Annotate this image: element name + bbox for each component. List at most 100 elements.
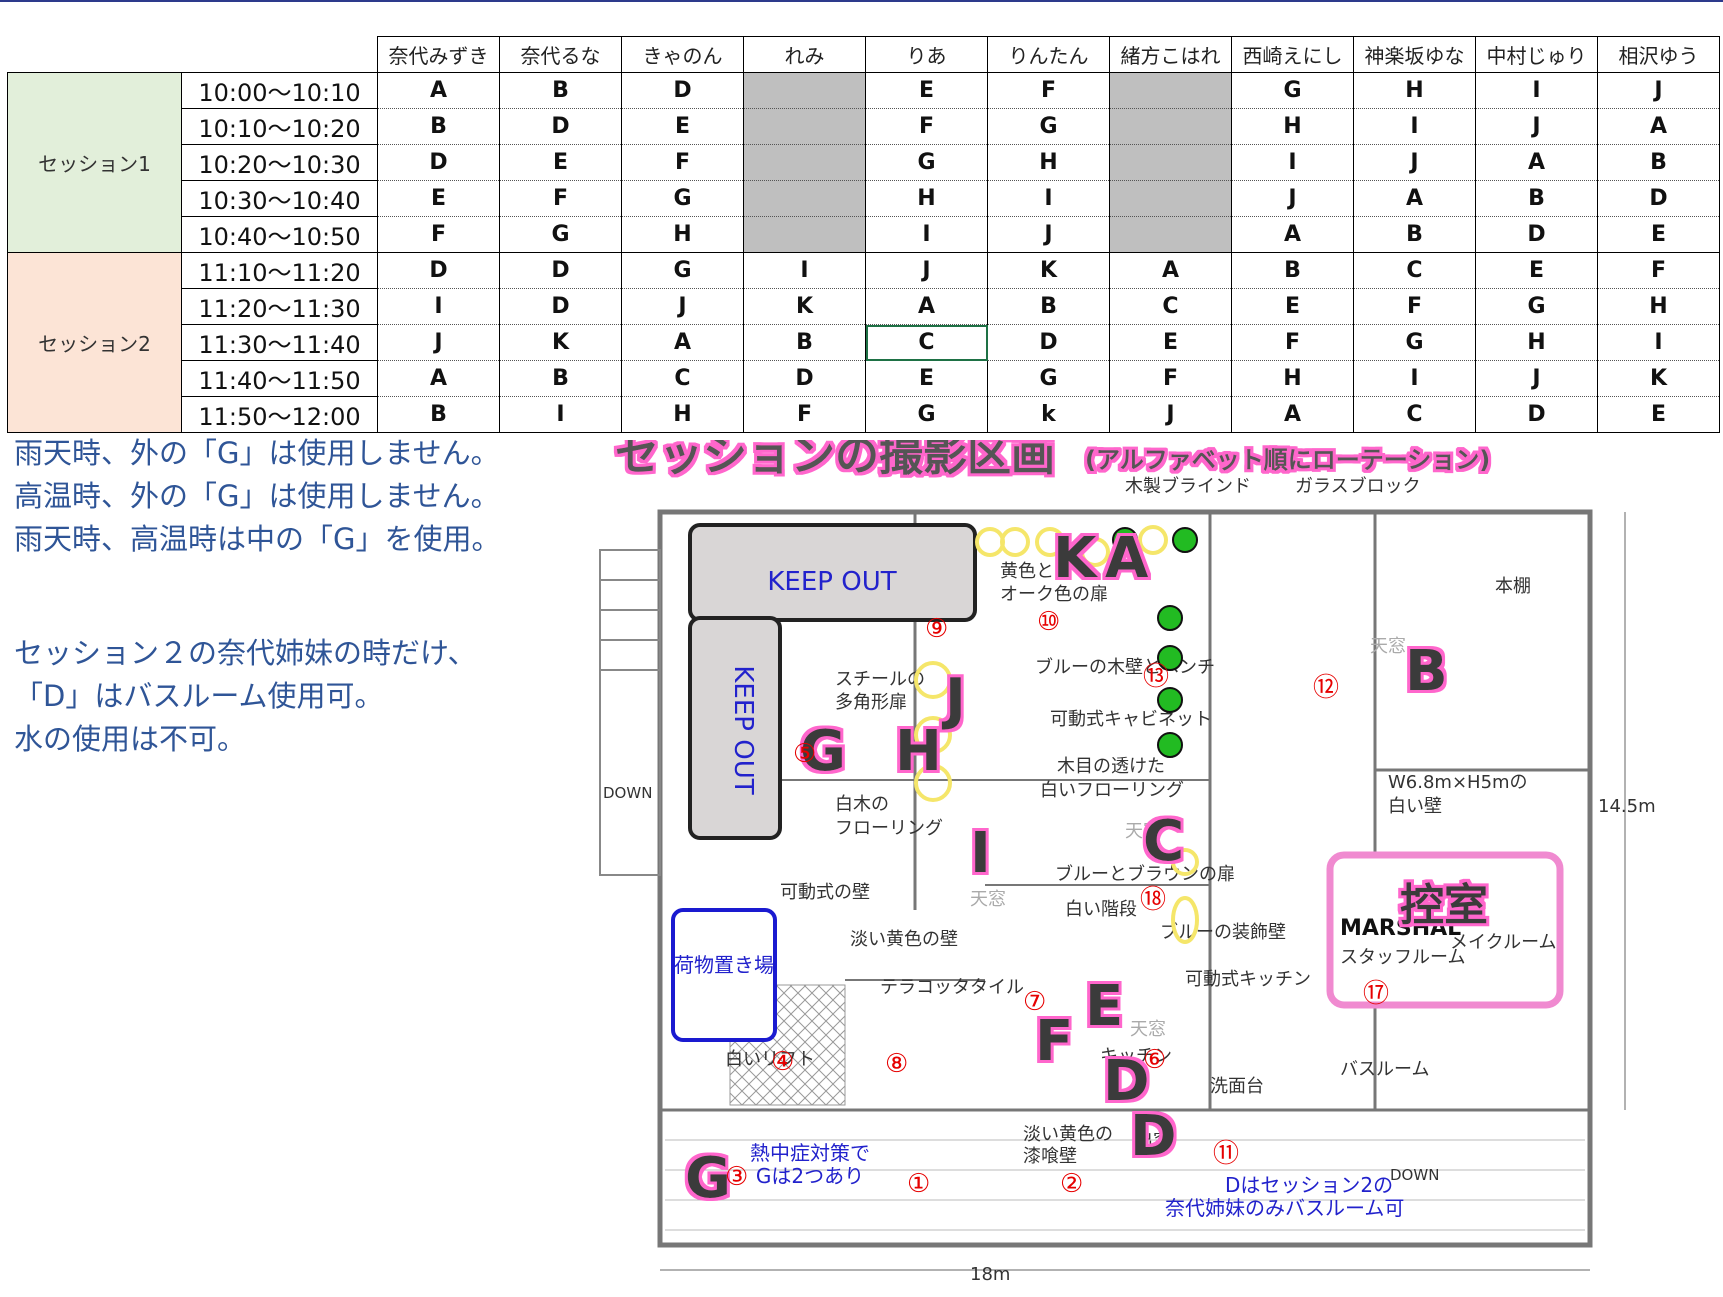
zone-cell[interactable]: A: [1475, 144, 1598, 181]
zone-cell[interactable]: A: [1109, 252, 1232, 289]
zone-cell[interactable]: C: [865, 324, 988, 361]
zone-cell[interactable]: B: [987, 288, 1110, 325]
zone-cell[interactable]: B: [1231, 252, 1354, 289]
unavailable-cell[interactable]: [1109, 216, 1232, 253]
zone-cell[interactable]: F: [1353, 288, 1476, 325]
zone-cell[interactable]: A: [377, 72, 500, 109]
zone-cell[interactable]: I: [865, 216, 988, 253]
zone-cell[interactable]: J: [621, 288, 744, 325]
zone-cell[interactable]: F: [743, 396, 866, 433]
unavailable-cell[interactable]: [743, 180, 866, 217]
zone-cell[interactable]: A: [1597, 108, 1720, 145]
unavailable-cell[interactable]: [743, 144, 866, 181]
zone-cell[interactable]: G: [987, 360, 1110, 397]
unavailable-cell[interactable]: [1109, 180, 1232, 217]
zone-cell[interactable]: D: [1475, 396, 1598, 433]
zone-cell[interactable]: F: [1231, 324, 1354, 361]
zone-cell[interactable]: k: [987, 396, 1110, 433]
zone-cell[interactable]: B: [377, 108, 500, 145]
zone-cell[interactable]: F: [1109, 360, 1232, 397]
zone-cell[interactable]: F: [987, 72, 1110, 109]
zone-cell[interactable]: G: [621, 180, 744, 217]
zone-cell[interactable]: H: [621, 216, 744, 253]
zone-cell[interactable]: I: [377, 288, 500, 325]
zone-cell[interactable]: E: [621, 108, 744, 145]
zone-cell[interactable]: B: [377, 396, 500, 433]
unavailable-cell[interactable]: [1109, 72, 1232, 109]
unavailable-cell[interactable]: [1109, 144, 1232, 181]
zone-cell[interactable]: J: [377, 324, 500, 361]
zone-cell[interactable]: F: [377, 216, 500, 253]
zone-cell[interactable]: H: [1231, 108, 1354, 145]
zone-cell[interactable]: C: [621, 360, 744, 397]
zone-cell[interactable]: A: [1231, 396, 1354, 433]
zone-cell[interactable]: D: [1475, 216, 1598, 253]
zone-cell[interactable]: K: [1597, 360, 1720, 397]
zone-cell[interactable]: F: [1597, 252, 1720, 289]
zone-cell[interactable]: F: [621, 144, 744, 181]
zone-cell[interactable]: C: [1353, 252, 1476, 289]
zone-cell[interactable]: B: [743, 324, 866, 361]
zone-cell[interactable]: G: [499, 216, 622, 253]
zone-cell[interactable]: C: [1353, 396, 1476, 433]
zone-cell[interactable]: A: [377, 360, 500, 397]
zone-cell[interactable]: J: [987, 216, 1110, 253]
zone-cell[interactable]: D: [1597, 180, 1720, 217]
unavailable-cell[interactable]: [1109, 108, 1232, 145]
zone-cell[interactable]: B: [1475, 180, 1598, 217]
zone-cell[interactable]: A: [865, 288, 988, 325]
zone-cell[interactable]: G: [1353, 324, 1476, 361]
zone-cell[interactable]: J: [1231, 180, 1354, 217]
zone-cell[interactable]: E: [377, 180, 500, 217]
zone-cell[interactable]: K: [499, 324, 622, 361]
zone-cell[interactable]: D: [377, 252, 500, 289]
zone-cell[interactable]: A: [1231, 216, 1354, 253]
zone-cell[interactable]: H: [865, 180, 988, 217]
zone-cell[interactable]: E: [499, 144, 622, 181]
zone-cell[interactable]: G: [987, 108, 1110, 145]
zone-cell[interactable]: B: [499, 72, 622, 109]
zone-cell[interactable]: E: [1475, 252, 1598, 289]
zone-cell[interactable]: J: [1475, 108, 1598, 145]
zone-cell[interactable]: E: [1231, 288, 1354, 325]
zone-cell[interactable]: I: [1597, 324, 1720, 361]
zone-cell[interactable]: J: [1475, 360, 1598, 397]
zone-cell[interactable]: I: [987, 180, 1110, 217]
zone-cell[interactable]: D: [377, 144, 500, 181]
zone-cell[interactable]: D: [499, 108, 622, 145]
zone-cell[interactable]: G: [865, 144, 988, 181]
zone-cell[interactable]: E: [1597, 216, 1720, 253]
zone-cell[interactable]: H: [1353, 72, 1476, 109]
zone-cell[interactable]: D: [987, 324, 1110, 361]
zone-cell[interactable]: J: [1109, 396, 1232, 433]
zone-cell[interactable]: A: [1353, 180, 1476, 217]
zone-cell[interactable]: C: [1109, 288, 1232, 325]
zone-cell[interactable]: H: [1231, 360, 1354, 397]
zone-cell[interactable]: H: [1475, 324, 1598, 361]
zone-cell[interactable]: J: [865, 252, 988, 289]
zone-cell[interactable]: H: [987, 144, 1110, 181]
zone-cell[interactable]: I: [1231, 144, 1354, 181]
zone-cell[interactable]: D: [621, 72, 744, 109]
zone-cell[interactable]: G: [1475, 288, 1598, 325]
zone-cell[interactable]: D: [743, 360, 866, 397]
zone-cell[interactable]: D: [499, 252, 622, 289]
zone-cell[interactable]: I: [1353, 108, 1476, 145]
zone-cell[interactable]: H: [1597, 288, 1720, 325]
unavailable-cell[interactable]: [743, 108, 866, 145]
zone-cell[interactable]: I: [1353, 360, 1476, 397]
zone-cell[interactable]: B: [1597, 144, 1720, 181]
zone-cell[interactable]: K: [743, 288, 866, 325]
zone-cell[interactable]: E: [1109, 324, 1232, 361]
zone-cell[interactable]: B: [499, 360, 622, 397]
zone-cell[interactable]: J: [1597, 72, 1720, 109]
zone-cell[interactable]: G: [621, 252, 744, 289]
zone-cell[interactable]: E: [865, 360, 988, 397]
zone-cell[interactable]: E: [865, 72, 988, 109]
zone-cell[interactable]: I: [499, 396, 622, 433]
zone-cell[interactable]: F: [499, 180, 622, 217]
zone-cell[interactable]: G: [865, 396, 988, 433]
zone-cell[interactable]: I: [743, 252, 866, 289]
unavailable-cell[interactable]: [743, 216, 866, 253]
zone-cell[interactable]: J: [1353, 144, 1476, 181]
